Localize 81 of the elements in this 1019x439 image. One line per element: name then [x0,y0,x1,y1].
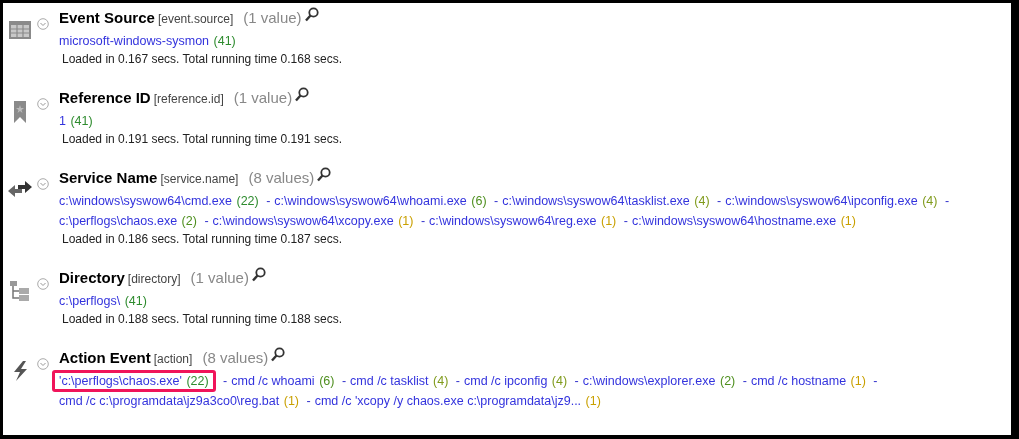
value-link[interactable]: 'c:\perflogs\chaos.exe' [59,374,182,388]
field-key: [service.name] [160,170,239,188]
value-count: (1 value) [243,8,302,28]
hit-count: (4) [694,194,710,208]
value-link[interactable]: c:\windows\syswow64\whoami.exe [274,194,467,208]
value-link[interactable]: c:\perflogs\ [59,294,121,308]
hit-count: (1) [850,374,866,388]
hit-count: (6) [471,194,487,208]
value-separator: - [455,374,460,388]
field-key: [event.source] [157,10,234,28]
table-icon [9,21,31,39]
folder-tree-icon [10,281,30,301]
value-link[interactable]: cmd /c tasklist [350,374,429,388]
value-separator: - [873,374,878,388]
hit-count: (41) [213,34,236,48]
field-key: [directory] [127,270,181,288]
search-icon[interactable] [251,267,266,282]
value-link[interactable]: cmd /c whoami [231,374,315,388]
section-title: Action Event [59,348,151,368]
value-link[interactable]: c:\windows\syswow64\tasklist.exe [502,194,690,208]
field-key: [reference.id] [153,90,224,108]
field-key: [action] [153,350,193,368]
value-separator: - [717,194,722,208]
value-separator: - [494,194,499,208]
value-link[interactable]: cmd /c ipconfig [464,374,548,388]
hit-count: (4) [433,374,449,388]
value-link[interactable]: c:\windows\syswow64\hostname.exe [631,214,837,228]
value-separator: - [420,214,426,228]
hit-count: (22) [186,374,209,388]
value-separator: - [574,374,579,388]
section-title: Event Source [59,8,155,28]
hit-count: (41) [70,114,93,128]
hit-count: (2) [719,374,736,388]
value-separator: - [266,194,271,208]
hit-count: (1) [840,214,856,228]
hit-count: (1) [283,394,300,408]
hit-count: (2) [181,214,197,228]
section-title: Service Name [59,168,158,188]
hit-count: (1) [601,214,617,228]
hit-count: (22) [236,194,259,208]
value-separator: - [742,374,747,388]
value-separator: - [223,374,228,388]
value-link[interactable]: cmd /c hostname [750,374,847,388]
value-separator: - [341,374,347,388]
value-count: (8 values) [202,348,269,368]
two-way-arrows-icon [8,181,32,197]
value-link[interactable]: microsoft-windows-sysmon [59,34,210,48]
lightning-icon [12,361,28,381]
value-link[interactable]: cmd /c c:\programdata\jz9a3co0\reg.bat [59,394,280,408]
hit-count: (41) [124,294,147,308]
value-count: (1 value) [190,268,249,288]
hit-count: (1) [585,394,601,408]
value-separator: - [204,214,209,228]
value-link[interactable]: c:\perflogs\chaos.exe [59,214,178,228]
search-icon[interactable] [271,347,286,362]
value-link[interactable]: c:\windows\syswow64\xcopy.exe [212,214,394,228]
value-link[interactable]: c:\windows\syswow64\ipconfig.exe [725,194,918,208]
section-title: Reference ID [59,88,151,108]
timing-text: Loaded in 0.191 secs. Total running time 0.191 secs. [62,131,343,147]
value-link[interactable]: cmd /c 'xcopy /y chaos.exe c:\programdata\jz9... [314,394,582,408]
hit-count: (4) [922,194,938,208]
search-icon[interactable] [317,167,332,182]
value-separator: - [306,394,311,408]
value-count: (8 values) [248,168,315,188]
hit-count: (6) [319,374,335,388]
search-icon[interactable] [295,87,310,102]
timing-text: Loaded in 0.188 secs. Total running time 0.188 secs. [62,311,343,327]
bookmark-icon [14,101,26,123]
hit-count: (1) [398,214,414,228]
value-link[interactable]: 1 [59,114,66,128]
value-count: (1 value) [233,88,293,108]
value-separator: - [944,194,950,208]
timing-text: Loaded in 0.167 secs. Total running time 0.168 secs. [62,51,343,67]
section-title: Directory [59,268,125,288]
value-link[interactable]: c:\windows\explorer.exe [582,374,716,388]
timing-text: Loaded in 0.186 secs. Total running time 0.187 secs. [62,231,343,247]
value-link[interactable]: c:\windows\syswow64\cmd.exe [59,194,232,208]
value-link[interactable]: c:\windows\syswow64\reg.exe [429,214,597,228]
value-separator: - [623,214,628,228]
hit-count: (4) [551,374,568,388]
search-icon[interactable] [304,7,319,22]
